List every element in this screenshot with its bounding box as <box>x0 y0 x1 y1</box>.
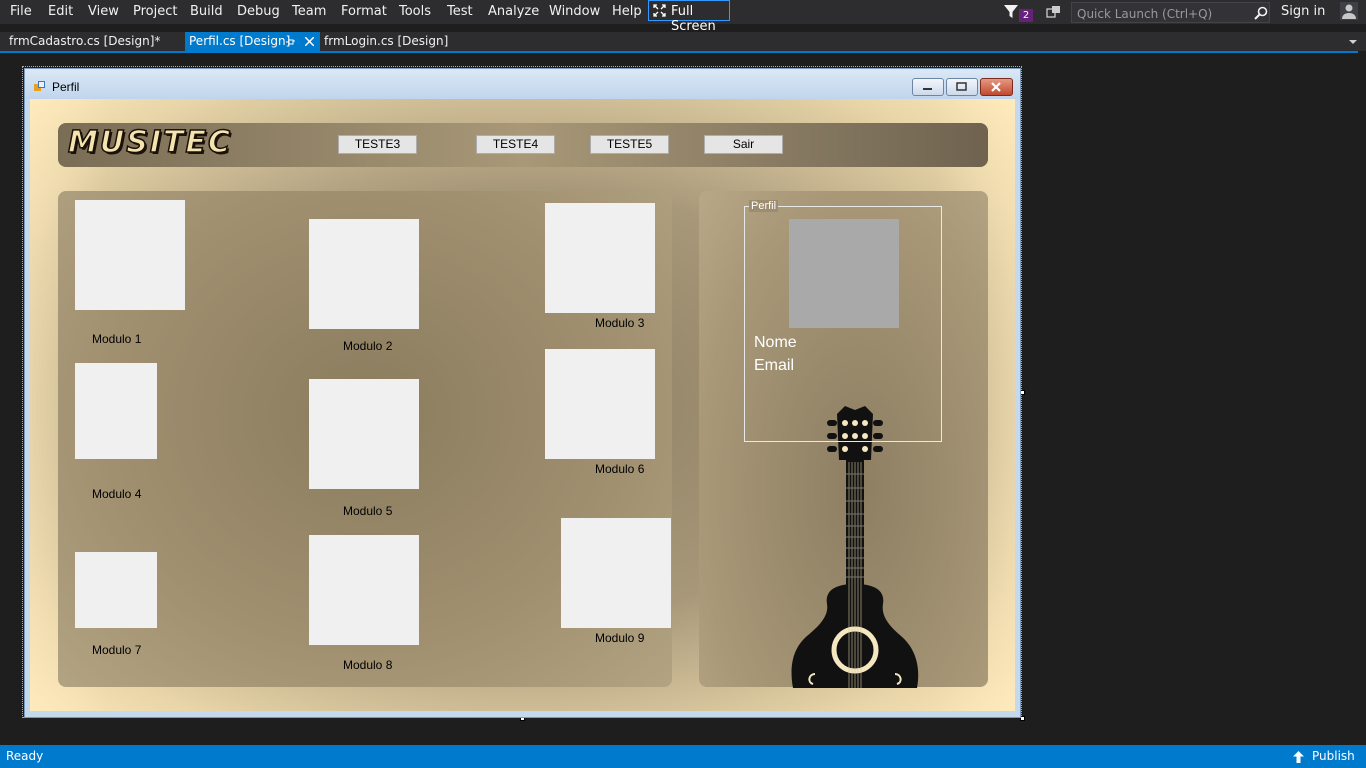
maximize-icon <box>956 82 967 91</box>
module-9-label: Modulo 9 <box>595 631 645 645</box>
full-screen-button[interactable]: Full Screen <box>648 0 730 34</box>
musitec-logo: MUSITEC <box>67 124 232 161</box>
user-avatar-icon <box>1340 2 1358 20</box>
tab-label: frmCadastro.cs [Design]* <box>9 34 161 48</box>
pin-icon[interactable] <box>286 38 295 46</box>
tab-frmlogin[interactable]: frmLogin.cs [Design] <box>322 32 454 51</box>
quick-launch-box <box>1071 2 1270 23</box>
module-5-label: Modulo 5 <box>343 504 393 518</box>
module-5-picture[interactable] <box>309 379 419 489</box>
tab-perfil[interactable]: Perfil.cs [Design] <box>185 32 320 51</box>
module-1-picture[interactable] <box>75 200 185 310</box>
feedback-icon[interactable] <box>1046 5 1062 19</box>
menu-file[interactable]: File <box>10 4 32 19</box>
teste3-button[interactable]: TESTE3 <box>338 135 417 154</box>
module-3-label: Modulo 3 <box>595 316 645 330</box>
teste5-button[interactable]: TESTE5 <box>590 135 669 154</box>
menu-test[interactable]: Test <box>447 4 473 19</box>
module-1-label: Modulo 1 <box>92 332 142 346</box>
form-title: Perfil <box>52 80 80 94</box>
module-7-label: Modulo 7 <box>92 643 142 657</box>
menu-bar: File Edit View Project Build Debug Team … <box>0 0 1366 34</box>
account-icon[interactable] <box>1340 2 1358 20</box>
maximize-button[interactable] <box>946 78 978 96</box>
form-client-area: MUSITEC TESTE3 TESTE4 TESTE5 Sair Modulo… <box>30 99 1015 711</box>
profile-group-title: Perfil <box>749 200 779 212</box>
menu-debug[interactable]: Debug <box>237 4 280 19</box>
teste4-button[interactable]: TESTE4 <box>476 135 555 154</box>
tab-frmcadastro[interactable]: frmCadastro.cs [Design]* <box>6 32 185 51</box>
module-8-label: Modulo 8 <box>343 658 393 672</box>
quick-launch-input[interactable] <box>1075 4 1249 23</box>
menu-team[interactable]: Team <box>292 4 326 19</box>
chevron-down-icon[interactable] <box>1349 40 1357 44</box>
publish-button[interactable]: Publish <box>1312 749 1355 763</box>
form-title-bar: Perfil <box>25 69 1020 99</box>
module-6-picture[interactable] <box>545 349 655 459</box>
menu-analyze[interactable]: Analyze <box>488 4 539 19</box>
form-window[interactable]: Perfil MUSITEC TESTE3 TESTE4 TESTE5 Sair… <box>24 68 1021 718</box>
notification-filter-icon[interactable] <box>1004 5 1018 19</box>
menu-edit[interactable]: Edit <box>48 4 73 19</box>
menu-format[interactable]: Format <box>341 4 387 19</box>
fullscreen-icon <box>653 4 666 17</box>
module-8-picture[interactable] <box>309 535 419 645</box>
menu-window[interactable]: Window <box>549 4 600 19</box>
sign-in-link[interactable]: Sign in <box>1281 4 1325 19</box>
search-icon[interactable] <box>1254 6 1268 20</box>
full-screen-label: Full Screen <box>671 4 716 34</box>
minimize-button[interactable] <box>912 78 944 96</box>
module-9-picture[interactable] <box>561 518 671 628</box>
menu-build[interactable]: Build <box>190 4 223 19</box>
menu-view[interactable]: View <box>88 4 119 19</box>
sair-button[interactable]: Sair <box>704 135 783 154</box>
minimize-icon <box>923 88 932 90</box>
close-icon <box>991 82 1001 92</box>
profile-name-label: Nome <box>754 334 797 351</box>
form-icon <box>34 81 45 91</box>
close-button[interactable] <box>980 78 1013 96</box>
close-tab-icon[interactable] <box>305 37 314 46</box>
publish-arrow-icon <box>1293 751 1304 763</box>
tab-label: Perfil.cs [Design] <box>189 34 291 48</box>
status-text: Ready <box>6 749 44 763</box>
module-2-picture[interactable] <box>309 219 419 329</box>
profile-email-label: Email <box>754 357 795 374</box>
module-3-picture[interactable] <box>545 203 655 313</box>
status-bar: Ready Publish <box>0 745 1366 768</box>
module-2-label: Modulo 2 <box>343 339 393 353</box>
module-6-label: Modulo 6 <box>595 462 645 476</box>
menu-project[interactable]: Project <box>133 4 177 19</box>
module-4-picture[interactable] <box>75 363 157 459</box>
menu-tools[interactable]: Tools <box>399 4 431 19</box>
module-4-label: Modulo 4 <box>92 487 142 501</box>
document-tab-strip: frmCadastro.cs [Design]* Perfil.cs [Desi… <box>0 32 1366 51</box>
profile-picture[interactable] <box>789 219 899 328</box>
notification-count-badge: 2 <box>1019 9 1033 22</box>
module-7-picture[interactable] <box>75 552 157 628</box>
menu-help[interactable]: Help <box>612 4 642 19</box>
guitar-image <box>791 406 919 688</box>
tab-label: frmLogin.cs [Design] <box>324 34 449 48</box>
